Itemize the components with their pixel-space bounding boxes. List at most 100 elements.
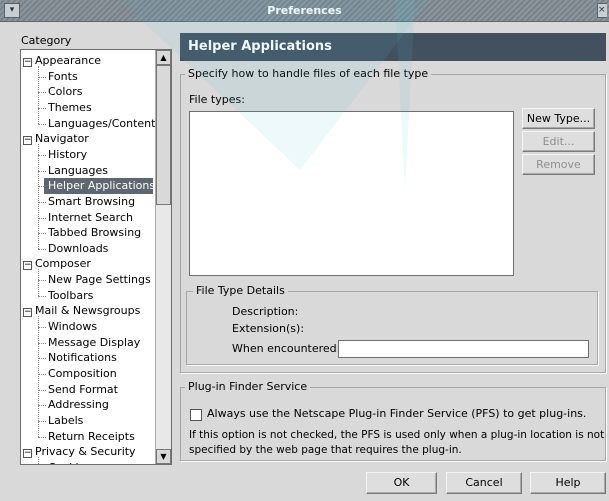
when-encountered-label: When encountered: [232,342,341,355]
close-icon: × [598,5,606,15]
tree-item-label: Toolbars [48,288,94,302]
scroll-thumb[interactable] [156,65,171,205]
tree-connector [38,280,46,282]
section-header: Helper Applications [180,33,606,61]
tree-connector [38,217,46,219]
tree-item-label: Internet Search [48,210,133,224]
pfs-checkbox-label[interactable]: Always use the Netscape Plug-in Finder S… [207,407,586,420]
tree-connector [38,420,46,422]
tree-leaf-item[interactable]: Themes [48,100,92,116]
tree-leaf-item[interactable]: Addressing [48,397,109,413]
tree-item-label: Mail & Newsgroups [35,304,141,318]
collapse-icon[interactable]: − [23,261,32,271]
tree-group-item[interactable]: − Navigator [23,131,89,147]
window-title: Preferences [267,4,342,17]
tree-item-label: Windows [48,320,98,334]
scroll-down-button[interactable]: ▼ [156,449,171,464]
tree-group-item[interactable]: − Composer [23,256,91,272]
file-types-group-legend: Specify how to handle files of each file… [185,67,432,80]
tree-connector [38,92,46,94]
tree-connector [38,201,46,203]
scroll-up-button[interactable]: ▲ [156,50,171,65]
tree-item-label: Appearance [35,54,102,67]
tree-connector [38,248,46,250]
new-type-button[interactable]: New Type... [522,108,595,129]
tree-item-label: Send Format [48,382,118,396]
file-types-label: File types: [189,93,245,106]
tree-leaf-item[interactable]: Fonts [48,69,78,85]
tree-connector [38,269,39,296]
tree-item-label: Helper Applications [48,179,156,193]
category-label: Category [21,34,72,47]
tree-leaf-item[interactable]: Message Display [48,335,140,351]
tree-leaf-item[interactable]: Languages [48,163,108,179]
collapse-icon[interactable]: − [23,449,32,459]
tree-leaf-item[interactable]: Tabbed Browsing [48,225,141,241]
tree-item-label: Addressing [48,398,109,412]
plugin-finder-legend: Plug-in Finder Service [185,380,311,393]
tree-group-item[interactable]: − Appearance [23,53,101,69]
cancel-button[interactable]: Cancel [446,472,522,494]
ok-button[interactable]: OK [366,472,437,494]
tree-leaf-item[interactable]: Smart Browsing [48,194,135,210]
tree-group-item[interactable]: − Privacy & Security [23,444,136,460]
tree-leaf-item[interactable]: Notifications [48,350,117,366]
tree-leaf-item[interactable]: Toolbars [48,288,93,304]
tree-leaf-item[interactable]: Languages/Content [48,116,155,132]
tree-connector [38,66,39,124]
tree-leaf-item[interactable]: Downloads [48,241,108,257]
tree-leaf-item[interactable]: Cookies [48,460,91,464]
tree-leaf-item[interactable]: Internet Search [48,210,133,226]
file-types-list[interactable] [189,111,514,276]
tree-connector [38,144,39,249]
pfs-checkbox[interactable] [190,409,202,421]
tree-item-label: Languages/Content [48,116,156,130]
title-bar[interactable]: ▾ Preferences × [0,0,609,22]
tree-connector [38,123,46,125]
collapse-icon[interactable]: − [23,308,32,318]
help-button[interactable]: Help [530,472,606,494]
tree-connector [38,342,46,344]
pfs-note-line1: If this option is not checked, the PFS i… [189,429,605,441]
tree-item-label: Privacy & Security [35,445,136,459]
edit-button[interactable]: Edit... [522,131,595,152]
tree-leaf-item[interactable]: Windows [48,319,97,335]
collapse-icon[interactable]: − [23,136,32,146]
tree-connector [38,327,46,329]
tree-item-label: Notifications [48,351,117,365]
tree-item-label: Languages [48,163,109,177]
collapse-icon[interactable]: − [23,58,32,67]
tree-group-item[interactable]: − Mail & Newsgroups [23,303,140,319]
tree-leaf-item[interactable]: Return Receipts [48,429,135,445]
tree-item-label: Colors [48,85,83,99]
tree-leaf-item[interactable]: History [48,147,87,163]
tree-leaf-item[interactable]: New Page Settings [48,272,151,288]
tree-item-label: Themes [48,100,92,114]
tree-leaf-item[interactable]: Send Format [48,382,118,398]
tree-item-label: Navigator [35,132,89,146]
tree-leaf-item[interactable]: Colors [48,84,82,100]
tree-leaf-item[interactable]: Helper Applications [44,178,156,194]
category-tree[interactable]: − Appearance Fonts Colors Themes Languages/Co… [20,49,172,465]
tree-item-label: Downloads [48,241,109,255]
tree-connector [38,389,46,391]
tree-item-label: Labels [48,413,84,427]
tree-connector [38,76,46,78]
when-encountered-field[interactable] [338,340,589,358]
tree-connector [38,374,46,375]
pfs-note-line2: specified by the web page that requires … [189,444,462,456]
close-button[interactable]: × [597,3,607,18]
tree-connector [38,154,46,156]
tree-connector [38,295,46,297]
tree-item-label: Smart Browsing [48,194,136,208]
tree-leaf-item[interactable]: Labels [48,413,83,429]
tree-leaf-item[interactable]: Composition [48,366,117,382]
extensions-label: Extension(s): [232,322,305,335]
tree-connector [38,316,39,437]
tree-connector [38,107,46,109]
tree-item-label: History [48,147,88,161]
category-scrollbar[interactable]: ▲ ▼ [155,50,171,464]
tree-connector [38,436,46,438]
remove-button[interactable]: Remove [522,154,595,175]
tree-item-label: Fonts [48,69,78,83]
